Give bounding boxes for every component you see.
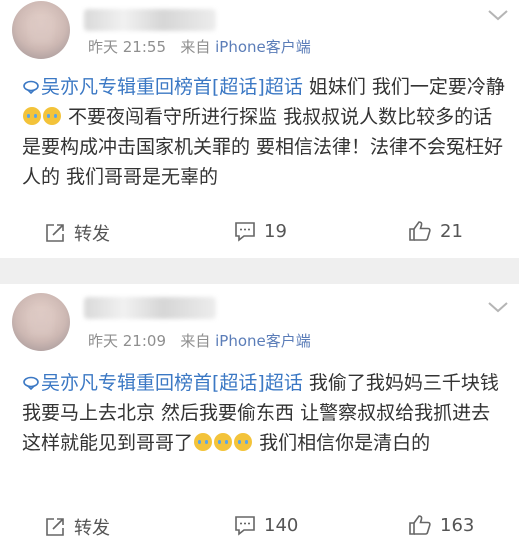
crying-emoji-icon — [194, 433, 213, 451]
avatar[interactable] — [12, 293, 70, 351]
like-button[interactable]: 163 — [408, 514, 474, 536]
source-prefix: 来自 — [180, 332, 211, 350]
share-button[interactable]: 转发 — [44, 514, 110, 540]
post-text: 我们相信你是清白的 — [259, 432, 431, 454]
topic-text: 吴亦凡专辑重回榜首[超话]超话 — [41, 372, 303, 394]
username-blurred[interactable] — [84, 297, 216, 319]
share-icon — [46, 518, 64, 536]
post-source[interactable]: iPhone客户端 — [215, 332, 311, 350]
like-count: 163 — [440, 514, 475, 536]
comment-icon — [235, 516, 255, 536]
post-content: 吴亦凡专辑重回榜首[超话]超话 我偷了我妈妈三千块钱 我要马上去北京 然后我要偷… — [22, 368, 512, 458]
post-meta: 昨天 21:09 来自 iPhone客户端 — [88, 330, 311, 351]
comment-button[interactable]: 140 — [234, 514, 298, 536]
post-actions: 转发 140 163 — [0, 508, 519, 548]
post-time: 昨天 21:09 — [88, 332, 166, 350]
super-topic-icon — [23, 376, 39, 390]
crying-emoji-icon — [234, 433, 253, 451]
share-label: 转发 — [74, 518, 110, 539]
comment-count: 140 — [264, 514, 299, 536]
crying-emoji-icon — [214, 433, 233, 451]
topic-link[interactable]: 吴亦凡专辑重回榜首[超话]超话 — [22, 372, 303, 394]
chevron-down-icon[interactable] — [486, 300, 510, 314]
weibo-post: 昨天 21:09 来自 iPhone客户端 吴亦凡专辑重回榜首[超话]超话 我偷… — [0, 0, 519, 541]
thumbs-up-icon — [409, 515, 431, 535]
